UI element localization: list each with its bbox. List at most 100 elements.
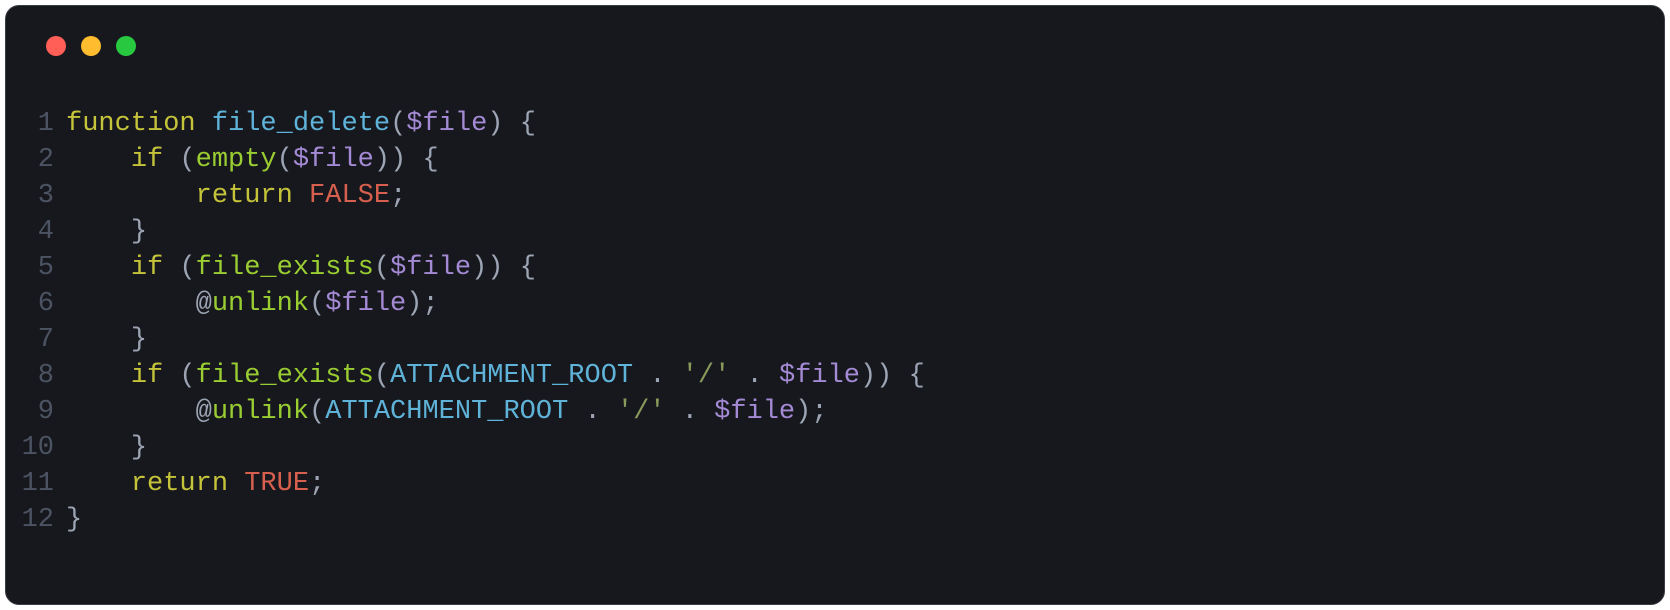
code-token: $file [293,145,374,175]
code-content[interactable]: } [66,214,147,250]
code-token: @ [66,397,212,427]
code-content[interactable]: if (file_exists(ATTACHMENT_ROOT . '/' . … [66,358,925,394]
code-token: unlink [212,289,309,319]
line-number: 10 [6,430,66,466]
code-token: } [131,433,147,463]
code-token [406,145,422,175]
code-token: { [520,253,536,283]
line-number: 9 [6,394,66,430]
code-token: ) [487,253,503,283]
maximize-window-button[interactable] [116,36,136,56]
code-token: ( [179,253,195,283]
code-content[interactable]: if (file_exists($file)) { [66,250,536,286]
code-content[interactable]: @unlink(ATTACHMENT_ROOT . '/' . $file); [66,394,828,430]
code-line[interactable]: 7 } [6,322,1664,358]
code-token [196,109,212,139]
code-token: $file [779,361,860,391]
code-token: '/' [617,397,666,427]
code-token [568,397,584,427]
code-token: ( [277,145,293,175]
code-token: file_exists [196,361,374,391]
line-number: 5 [6,250,66,286]
code-token: TRUE [244,469,309,499]
minimize-window-button[interactable] [81,36,101,56]
code-token: } [131,325,147,355]
code-token: if [131,145,163,175]
code-line[interactable]: 8 if (file_exists(ATTACHMENT_ROOT . '/' … [6,358,1664,394]
line-number: 4 [6,214,66,250]
code-token: unlink [212,397,309,427]
code-token: empty [196,145,277,175]
code-token [698,397,714,427]
code-token: '/' [682,361,731,391]
code-line[interactable]: 1function file_delete($file) { [6,106,1664,142]
code-token: ) [795,397,811,427]
code-token: ; [309,469,325,499]
code-token: { [520,109,536,139]
code-token: $file [714,397,795,427]
code-content[interactable]: @unlink($file); [66,286,439,322]
code-content[interactable]: } [66,430,147,466]
code-token: ; [422,289,438,319]
code-token: ( [390,109,406,139]
code-token: ) [374,145,390,175]
code-token [66,325,131,355]
code-line[interactable]: 12} [6,502,1664,538]
code-token: { [422,145,438,175]
code-line[interactable]: 4 } [6,214,1664,250]
code-token: return [131,469,228,499]
code-token [66,145,131,175]
editor-window: 1function file_delete($file) {2 if (empt… [5,5,1665,605]
code-token [633,361,649,391]
code-area[interactable]: 1function file_delete($file) {2 if (empt… [6,66,1664,604]
line-number: 1 [6,106,66,142]
code-token [730,361,746,391]
code-token: ) [390,145,406,175]
code-token: ( [309,397,325,427]
code-token [66,433,131,463]
code-line[interactable]: 5 if (file_exists($file)) { [6,250,1664,286]
code-line[interactable]: 11 return TRUE; [6,466,1664,502]
code-token [892,361,908,391]
code-content[interactable]: if (empty($file)) { [66,142,439,178]
code-content[interactable]: function file_delete($file) { [66,106,536,142]
code-content[interactable]: return TRUE; [66,466,325,502]
code-token: file_delete [212,109,390,139]
line-number: 7 [6,322,66,358]
code-token [66,469,131,499]
code-token [66,253,131,283]
code-line[interactable]: 2 if (empty($file)) { [6,142,1664,178]
code-token [763,361,779,391]
code-line[interactable]: 3 return FALSE; [6,178,1664,214]
code-token: $file [325,289,406,319]
code-token: @ [66,289,212,319]
code-content[interactable]: return FALSE; [66,178,406,214]
code-content[interactable]: } [66,322,147,358]
code-token: } [131,217,147,247]
code-token: ( [374,361,390,391]
code-line[interactable]: 9 @unlink(ATTACHMENT_ROOT . '/' . $file)… [6,394,1664,430]
code-token: $file [406,109,487,139]
code-line[interactable]: 10 } [6,430,1664,466]
code-token [163,145,179,175]
code-token [228,469,244,499]
code-token: ) [406,289,422,319]
code-token [601,397,617,427]
code-token: file_exists [196,253,374,283]
code-token: . [649,361,665,391]
code-token [293,181,309,211]
line-number: 2 [6,142,66,178]
code-token: . [585,397,601,427]
code-token [503,109,519,139]
code-content[interactable]: } [66,502,82,538]
code-line[interactable]: 6 @unlink($file); [6,286,1664,322]
code-token: function [66,109,196,139]
code-token: ) [471,253,487,283]
code-token [163,253,179,283]
code-token [66,217,131,247]
code-token: ) [487,109,503,139]
close-window-button[interactable] [46,36,66,56]
code-token: if [131,253,163,283]
code-token: ( [179,361,195,391]
code-token: ( [309,289,325,319]
